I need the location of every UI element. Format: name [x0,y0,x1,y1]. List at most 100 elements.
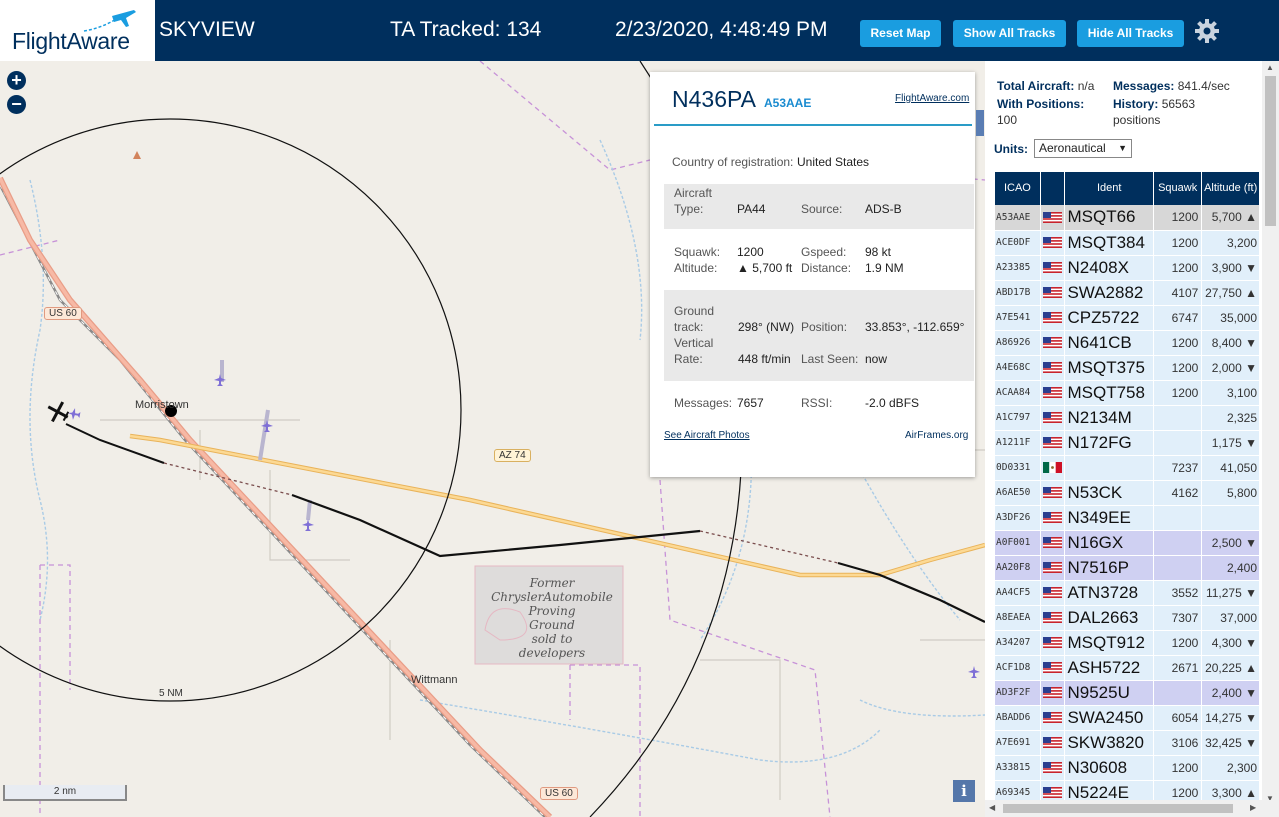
table-row[interactable]: A86926 N641CB 1200 8,400 ▼ [995,330,1260,356]
scroll-right-arrow-icon[interactable]: ▶ [1250,803,1256,812]
column-header-flag[interactable] [1040,172,1066,205]
table-row[interactable]: A53AAE MSQT66 1200 5,700 ▲ [995,205,1260,231]
cell-ident: N53CK [1064,480,1154,506]
popup-icao[interactable]: A53AAE [764,96,811,110]
scroll-up-arrow-icon[interactable]: ▲ [1266,63,1274,72]
table-row[interactable]: A8EAEA DAL2663 7307 37,000 [995,605,1260,631]
cell-squawk: 1200 [1153,755,1203,781]
see-aircraft-photos-link[interactable]: See Aircraft Photos [664,430,750,441]
cell-ident: N641CB [1064,330,1154,356]
former-proving-ground-label: Former ChryslerAutomobile Proving Ground… [491,576,613,660]
cell-altitude: 20,225 ▲ [1201,655,1260,681]
cell-squawk [1153,405,1203,431]
app-title: SKYVIEW [159,18,255,41]
cell-icao: A4E68C [995,355,1041,381]
cell-ident: N2134M [1064,405,1154,431]
popup-track-row: Ground track: 298° (NW) Position: 33.853… [664,290,974,381]
horizontal-scrollbar-thumb[interactable] [1003,804,1233,813]
aircraft-icon[interactable] [260,419,274,433]
cell-squawk [1153,530,1203,556]
cell-altitude: 3,200 [1201,230,1260,256]
cell-icao: A23385 [995,255,1041,281]
us-flag-icon [1043,586,1063,598]
cell-ident: N30608 [1064,755,1154,781]
column-header-icao[interactable]: ICAO [995,172,1041,205]
table-row[interactable]: AA20F8 N7516P 2,400 [995,555,1260,581]
cell-flag [1040,555,1066,581]
table-row[interactable]: A7E691 SKW3820 3106 32,425 ▼ [995,730,1260,756]
cell-ident [1064,455,1154,481]
cell-squawk: 1200 [1153,630,1203,656]
table-row[interactable]: AA4CF5 ATN3728 3552 11,275 ▼ [995,580,1260,606]
popup-squawk-row: Squawk: 1200 Gspeed: 98 kt Altitude: ▲ 5… [674,245,904,275]
sidebar-vertical-scrollbar[interactable]: ▲ ▼ [1262,61,1279,805]
table-row[interactable]: ACE0DF MSQT384 1200 3,200 [995,230,1260,256]
table-row[interactable]: ACAA84 MSQT758 1200 3,100 [995,380,1260,406]
reset-map-button[interactable]: Reset Map [860,20,941,47]
cell-icao: A1C797 [995,405,1041,431]
aircraft-details-popup: N436PA A53AAE FlightAware.com Country of… [650,72,975,477]
us-flag-icon [1043,236,1063,248]
table-row[interactable]: 0D0331 7237 41,050 [995,455,1260,481]
table-row[interactable]: A3DF26 N349EE [995,505,1260,531]
cell-flag [1040,630,1066,656]
table-row[interactable]: ACF1D8 ASH5722 2671 20,225 ▲ [995,655,1260,681]
cell-ident: N16GX [1064,530,1154,556]
airframes-link[interactable]: AirFrames.org [905,430,968,441]
us-flag-icon [1043,211,1063,223]
us-flag-icon [1043,361,1063,373]
aircraft-icon[interactable] [301,518,315,532]
cell-icao: A7E541 [995,305,1041,331]
us-flag-icon [1043,611,1063,623]
table-row[interactable]: A34207 MSQT912 1200 4,300 ▼ [995,630,1260,656]
settings-gear-icon[interactable] [1194,18,1220,44]
aircraft-icon[interactable] [213,373,227,387]
cell-altitude: 3,100 [1201,380,1260,406]
scroll-left-arrow-icon[interactable]: ◀ [989,803,995,812]
flightaware-link[interactable]: FlightAware.com [895,93,969,104]
table-row[interactable]: A33815 N30608 1200 2,300 [995,755,1260,781]
column-header-altitude[interactable]: Altitude (ft) [1201,172,1260,205]
table-row[interactable]: A7E541 CPZ5722 6747 35,000 [995,305,1260,331]
scrollbar-thumb[interactable] [1265,76,1276,226]
table-row[interactable]: A1211F N172FG 1,175 ▼ [995,430,1260,456]
flightaware-logo[interactable]: FlightAware [0,0,155,61]
map-scale-bar: 2 nm [3,785,127,801]
table-row[interactable]: A4E68C MSQT375 1200 2,000 ▼ [995,355,1260,381]
az74-shield: AZ 74 [494,449,531,462]
table-row[interactable]: A23385 N2408X 1200 3,900 ▼ [995,255,1260,281]
zoom-in-button[interactable]: + [7,71,26,90]
column-header-squawk[interactable]: Squawk [1153,172,1203,205]
table-row[interactable]: ABADD6 SWA2450 6054 14,275 ▼ [995,705,1260,731]
popup-ident: N436PA [672,86,756,112]
cell-icao: 0D0331 [995,455,1041,481]
table-row[interactable]: AD3F2F N9525U 2,400 ▼ [995,680,1260,706]
cell-flag [1040,730,1066,756]
map-info-button[interactable]: i [953,780,975,802]
table-row[interactable]: ABD17B SWA2882 4107 27,750 ▲ [995,280,1260,306]
cell-flag [1040,405,1066,431]
cell-squawk [1153,505,1203,531]
cell-flag [1040,230,1066,256]
cell-ident: MSQT384 [1064,230,1154,256]
show-all-tracks-button[interactable]: Show All Tracks [953,20,1066,47]
us-flag-icon [1043,636,1063,648]
cell-ident: SWA2450 [1064,705,1154,731]
zoom-out-button[interactable]: − [7,95,26,114]
popup-country-row: Country of registration: United States [672,155,870,169]
cell-squawk [1153,430,1203,456]
cell-squawk: 6747 [1153,305,1203,331]
cell-icao: A3DF26 [995,505,1041,531]
aircraft-icon[interactable] [67,407,81,421]
town-label-wittmann: Wittmann [411,674,458,686]
cell-icao: ACF1D8 [995,655,1041,681]
table-row[interactable]: A1C797 N2134M 2,325 [995,405,1260,431]
aircraft-icon[interactable] [967,665,981,679]
hide-all-tracks-button[interactable]: Hide All Tracks [1077,20,1184,47]
sidebar-horizontal-scrollbar[interactable]: ◀ ▶ [985,800,1279,817]
column-header-ident[interactable]: Ident [1064,172,1154,205]
current-datetime: 2/23/2020, 4:48:49 PM [615,18,828,41]
table-row[interactable]: A0F001 N16GX 2,500 ▼ [995,530,1260,556]
table-row[interactable]: A6AE50 N53CK 4162 5,800 [995,480,1260,506]
units-select[interactable]: Aeronautical ▼ [1034,139,1132,158]
